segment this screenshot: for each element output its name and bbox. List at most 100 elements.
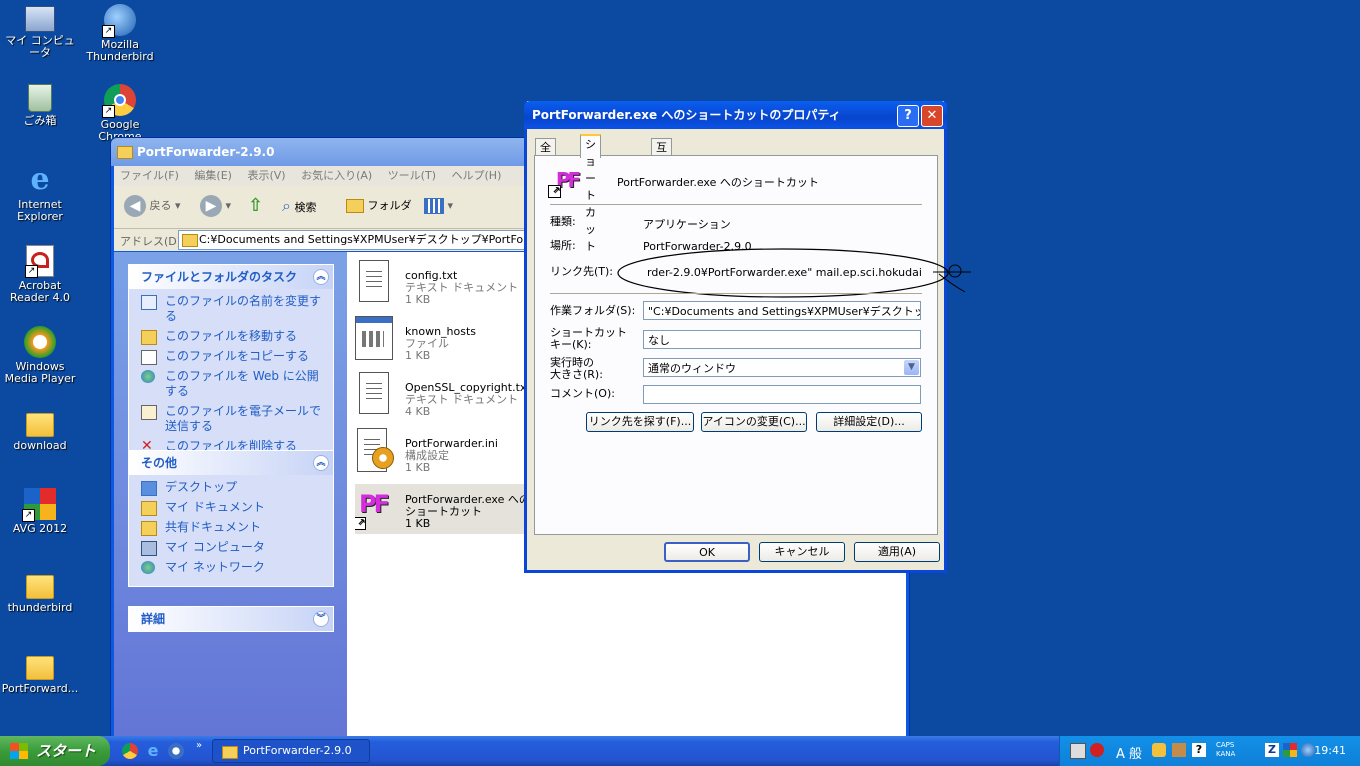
task-email[interactable]: このファイルを電子メールで送信する [141,404,323,434]
desktop-icon-ie[interactable]: e Internet Explorer [0,164,80,223]
folder-icon [346,199,364,213]
tab-shortcut[interactable]: ショートカット [580,134,601,253]
dialog-title: PortForwarder.exe へのショートカットのプロパティ [532,108,841,122]
help-icon[interactable]: ? [897,105,919,127]
location-label: 場所: [550,239,576,252]
expand-icon[interactable]: ︾ [313,611,329,627]
menu-help[interactable]: ヘルプ(H) [452,169,502,182]
desktop-icon-media-player[interactable]: Windows Media Player [0,326,80,385]
caps-kana-indicator: CAPS KANA [1216,741,1236,758]
desktop-icon-thunderbird-folder[interactable]: thunderbird [0,569,80,614]
place-my-documents[interactable]: マイ ドキュメント [141,500,323,516]
zonealarm-icon[interactable]: Z [1265,743,1279,757]
desktop-icon [141,481,157,496]
generic-file-icon [355,316,393,360]
search-button[interactable]: ⌕ 検索 [282,194,316,218]
acrobat-icon: ↗ [25,245,54,278]
change-icon-button[interactable]: アイコンの変更(C)... [701,412,807,432]
place-my-computer[interactable]: マイ コンピュータ [141,540,323,556]
folders-button[interactable]: フォルダ [346,194,412,218]
find-target-button[interactable]: リンク先を探す(F)... [586,412,694,432]
workdir-input[interactable]: "C:¥Documents and Settings¥XPMUser¥デスクトッ… [643,301,921,320]
apply-button[interactable]: 適用(A) [854,542,940,562]
desktop-icon-recycle-bin[interactable]: ごみ箱 [0,84,80,127]
desktop-icon-download[interactable]: download [0,407,80,452]
avg-icon[interactable] [1283,743,1297,757]
ime-mode[interactable]: A 般 [1116,743,1142,762]
chrome-icon[interactable] [122,743,138,759]
show-desktop-icon[interactable] [168,743,184,759]
desktop-icon-acrobat[interactable]: ↗ Acrobat Reader 4.0 [0,245,80,304]
hotkey-input[interactable]: なし [643,330,921,349]
quicklaunch-more-icon[interactable]: » [196,740,202,751]
portforwarder-icon: PF ↗ [355,484,391,530]
start-button[interactable]: スタート [0,736,110,766]
desktop-icon-portforwarder-folder[interactable]: PortForward... [0,650,80,695]
desktop-icon-thunderbird[interactable]: ↗ Mozilla Thunderbird [80,4,160,63]
advanced-button[interactable]: 詳細設定(D)... [816,412,922,432]
help-icon[interactable]: ? [1192,743,1206,757]
up-folder-button[interactable]: ⇧ [248,194,263,218]
ok-button[interactable]: OK [664,542,750,562]
media-player-icon [24,326,56,358]
forward-arrow-icon: ▶ [200,195,222,217]
tab-compatibility[interactable]: 互換性 [651,138,672,188]
task-rename[interactable]: このファイルの名前を変更する [141,294,323,324]
cancel-button[interactable]: キャンセル [759,542,845,562]
menu-edit[interactable]: 編集(E) [194,169,232,182]
place-desktop[interactable]: デスクトップ [141,480,323,496]
keyboard-icon[interactable] [1070,743,1086,759]
target-label: リンク先(T): [550,265,614,278]
details-header[interactable]: 詳細 ︾ [129,607,333,631]
system-tray: A 般 ? CAPS KANA Z 19:41 [1059,736,1360,766]
shared-documents-icon [141,521,157,536]
chevron-down-icon[interactable]: ▼ [904,360,919,375]
run-size-label: 実行時の 大きさ(R): [550,356,603,381]
tab-general[interactable]: 全般 [535,138,556,171]
ime-tools-icon[interactable] [1172,743,1186,757]
folder-icon [26,413,54,437]
comment-input[interactable] [643,385,921,404]
collapse-icon[interactable]: ︽ [313,269,329,285]
globe-icon [141,370,155,383]
menu-view[interactable]: 表示(V) [247,169,285,182]
type-label: 種類: [550,215,576,228]
menu-file[interactable]: ファイル(F) [120,169,179,182]
divider [550,204,922,205]
type-value: アプリケーション [643,218,731,231]
shortcut-file-icon: PF ↗ [548,164,584,198]
task-move[interactable]: このファイルを移動する [141,329,323,345]
place-shared-documents[interactable]: 共有ドキュメント [141,520,323,536]
close-icon[interactable]: ✕ [921,105,943,127]
desktop-icon-avg[interactable]: ↗ AVG 2012 [0,488,80,535]
text-document-icon [359,372,389,414]
shortcut-arrow-icon: ↗ [548,185,561,198]
task-publish-web[interactable]: このファイルを Web に公開する [141,369,323,399]
clock[interactable]: 19:41 [1314,736,1346,766]
place-my-network[interactable]: マイ ネットワーク [141,560,323,575]
taskbar-button-explorer[interactable]: PortForwarder-2.9.0 [212,739,370,763]
menu-tools[interactable]: ツール(T) [388,169,436,182]
forward-button[interactable]: ▶ ▾ [200,194,231,218]
shortcut-arrow-icon: ↗ [22,509,35,522]
other-places-panel: その他 ︽ デスクトップ マイ ドキュメント 共有ドキュメント マイ コンピュー… [128,450,334,587]
back-button[interactable]: ◀ 戻る ▾ [124,194,181,218]
file-folder-tasks-header[interactable]: ファイルとフォルダのタスク ︽ [129,265,333,289]
network-icon [141,561,155,574]
desktop-icon-chrome[interactable]: ↗ Google Chrome [80,84,160,143]
desktop-icon-my-computer[interactable]: マイ コンピュータ [0,4,80,59]
file-item-selected[interactable]: PF ↗ PortForwarder.exe へのショートカット ショートカット… [355,484,535,534]
task-copy[interactable]: このファイルをコピーする [141,349,323,365]
views-button[interactable]: ▾ [424,194,453,218]
network-status-icon[interactable] [1301,743,1315,757]
ie-icon[interactable]: e [145,743,161,759]
ime-dictionary-icon[interactable] [1152,743,1166,757]
menu-favorites[interactable]: お気に入り(A) [301,169,372,182]
search-icon: ⌕ [282,196,291,215]
run-size-select[interactable]: 通常のウィンドウ ▼ [643,358,921,377]
up-folder-icon: ⇧ [248,195,264,216]
collapse-icon[interactable]: ︽ [313,455,329,471]
dialog-titlebar[interactable]: PortForwarder.exe へのショートカットのプロパティ ? ✕ [524,101,947,129]
other-places-header[interactable]: その他 ︽ [129,451,333,475]
ime-toggle-icon[interactable] [1090,743,1104,757]
